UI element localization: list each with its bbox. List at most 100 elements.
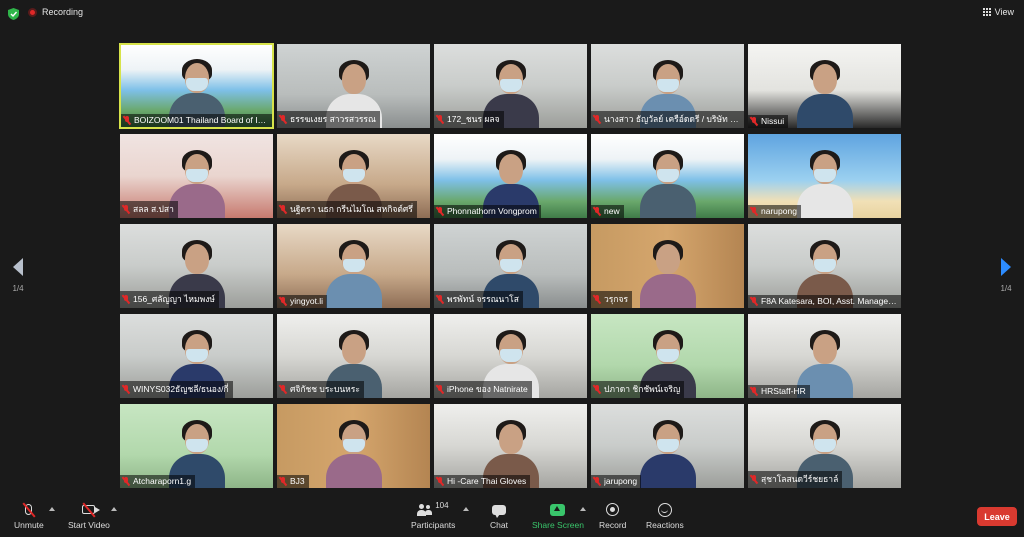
microphone-muted-icon [593,114,601,124]
participant-video-tile[interactable]: Atcharaporn1.g [119,403,274,489]
participant-name-bar: narupong [748,205,801,218]
participant-video-tile[interactable]: yingyot.li [276,223,431,309]
share-screen-label: Share Screen [532,520,584,530]
participant-video-tile[interactable]: 156_ศลัญญา ไหมพงษ์ [119,223,274,309]
microphone-muted-icon [436,384,444,394]
participant-name-bar: ปภาดา ชิกชัพน์เจริญ [591,381,685,398]
participant-name: Hi -Care Thai Gloves [447,476,527,486]
participant-name-bar: F8A Katesara, BOI, Asst. Manager, ... [748,295,901,308]
share-screen-button[interactable]: Share Screen [532,501,584,530]
participant-video-tile[interactable]: ปภาดา ชิกชัพน์เจริญ [590,313,745,399]
microphone-muted-icon [593,476,601,486]
participant-video-tile[interactable]: นางสาว ธัญวัลย์ เครือ์ดดรี / บริษัท เดอ.… [590,43,745,129]
participant-video-tile[interactable]: พรพัทน์ จรรณนาโส [433,223,588,309]
participant-video-tile[interactable]: narupong [747,133,902,219]
chevron-left-icon [13,258,23,276]
participants-options-caret[interactable] [463,507,469,511]
participant-name-bar: พรพัทน์ จรรณนาโส [434,291,523,308]
participant-name: BOIZOOM01 Thailand Board of Invest... [134,115,268,125]
participant-name: วรุกจร [604,294,629,304]
view-button[interactable]: View [982,7,1014,17]
reactions-button[interactable]: Reactions [646,501,684,530]
participant-video-tile[interactable]: วรุกจร [590,223,745,309]
microphone-muted-icon [750,206,758,216]
leave-button[interactable]: Leave [977,507,1017,526]
grid-view-icon [982,8,991,16]
participant-name-bar: HRStaff-HR [748,385,810,398]
participant-name: narupong [761,206,797,216]
participant-video-tile[interactable]: BOIZOOM01 Thailand Board of Invest... [119,43,274,129]
participant-video-tile[interactable]: iPhone ของ Natnirate [433,313,588,399]
microphone-muted-icon [122,476,130,486]
participant-name: ปภาดา ชิกชัพน์เจริญ [604,384,681,394]
microphone-muted-icon [279,296,287,306]
recording-indicator[interactable]: Recording [28,7,83,17]
microphone-muted-icon [436,114,444,124]
microphone-muted-icon [279,204,287,214]
participant-video-tile[interactable]: jarupong [590,403,745,489]
video-gallery: BOIZOOM01 Thailand Board of Invest... ธรร… [119,43,905,493]
record-button[interactable]: Record [599,501,626,530]
participant-name: 172_ชนร ผลจ [447,114,500,124]
participants-button[interactable]: 104 Participants [411,501,455,530]
video-options-caret[interactable] [111,507,117,511]
participant-video-tile[interactable]: new [590,133,745,219]
reactions-label: Reactions [646,520,684,530]
participant-name-bar: Phonnathorn Vongprom [434,205,541,218]
participant-video-tile[interactable]: ศจิกัชช บระบนหระ [276,313,431,399]
participants-label: Participants [411,520,456,530]
start-video-label: Start Video [68,520,110,530]
audio-options-caret[interactable] [49,507,55,511]
next-page-button[interactable]: 1/4 [996,258,1016,293]
participant-name: 156_ศลัญญา ไหมพงษ์ [133,294,215,304]
start-video-button[interactable]: Start Video [68,501,110,530]
participants-icon [417,503,433,516]
shield-icon[interactable] [8,8,19,20]
participant-video-tile[interactable]: Hi -Care Thai Gloves [433,403,588,489]
page-indicator-right: 1/4 [1000,284,1012,293]
participant-name: นฐิดรา นธก กรีนไมโณ สหกิจต์ศรึ่ [290,204,413,214]
chat-button[interactable]: Chat [489,501,509,530]
microphone-muted-icon [122,294,130,304]
microphone-muted-icon [750,386,758,396]
share-options-caret[interactable] [580,507,586,511]
participant-video-tile[interactable]: สลล ส.ปสา [119,133,274,219]
participant-video-feed [638,148,698,218]
participant-video-feed [638,418,698,488]
microphone-muted-icon [279,114,287,124]
participant-name-bar: วรุกจร [591,291,633,308]
unmute-button[interactable]: Unmute [14,501,44,530]
participant-name-bar: ศจิกัชช บระบนหระ [277,381,364,398]
participant-video-tile[interactable]: สุชาโลสนดวีร์ชยธาล์ [747,403,902,489]
participant-name: jarupong [604,476,638,486]
page-indicator-left: 1/4 [12,284,24,293]
participant-name: สลล ส.ปสา [133,204,174,214]
microphone-muted-icon [279,476,287,486]
participant-video-tile[interactable]: 172_ชนร ผลจ [433,43,588,129]
participant-video-tile[interactable]: Phonnathorn Vongprom [433,133,588,219]
participant-name-bar: นฐิดรา นธก กรีนไมโณ สหกิจต์ศรึ่ [277,201,417,218]
microphone-muted-icon [593,384,601,394]
participant-video-tile[interactable]: ธรรฆเงยร สาวรสวรรณ [276,43,431,129]
recording-dot-icon [28,7,37,17]
top-bar: Recording View [0,0,1024,28]
participant-video-tile[interactable]: WINYS032ธัญชลี/ธนอง/กี่ [119,313,274,399]
meeting-toolbar: Unmute Start Video 104 Participants Chat… [0,497,1024,537]
participant-video-tile[interactable]: F8A Katesara, BOI, Asst. Manager, ... [747,223,902,309]
participant-name: yingyot.li [290,296,324,306]
participant-name-bar: สุชาโลสนดวีร์ชยธาล์ [748,471,843,488]
participant-name-bar: Atcharaporn1.g [120,475,196,488]
participant-video-tile[interactable]: HRStaff-HR [747,313,902,399]
record-icon [606,503,620,516]
participant-name-bar: Hi -Care Thai Gloves [434,475,531,488]
microphone-muted-icon [436,206,444,216]
microphone-muted-icon [436,476,444,486]
participant-video-tile[interactable]: Nissui [747,43,902,129]
participant-name: Atcharaporn1.g [133,476,192,486]
participant-video-tile[interactable]: นฐิดรา นธก กรีนไมโณ สหกิจต์ศรึ่ [276,133,431,219]
microphone-muted-icon [436,294,444,304]
participant-video-tile[interactable]: BJ3 [276,403,431,489]
previous-page-button[interactable]: 1/4 [8,258,28,293]
participant-name: WINYS032ธัญชลี/ธนอง/กี่ [133,384,229,394]
participant-name: Nissui [761,116,785,126]
